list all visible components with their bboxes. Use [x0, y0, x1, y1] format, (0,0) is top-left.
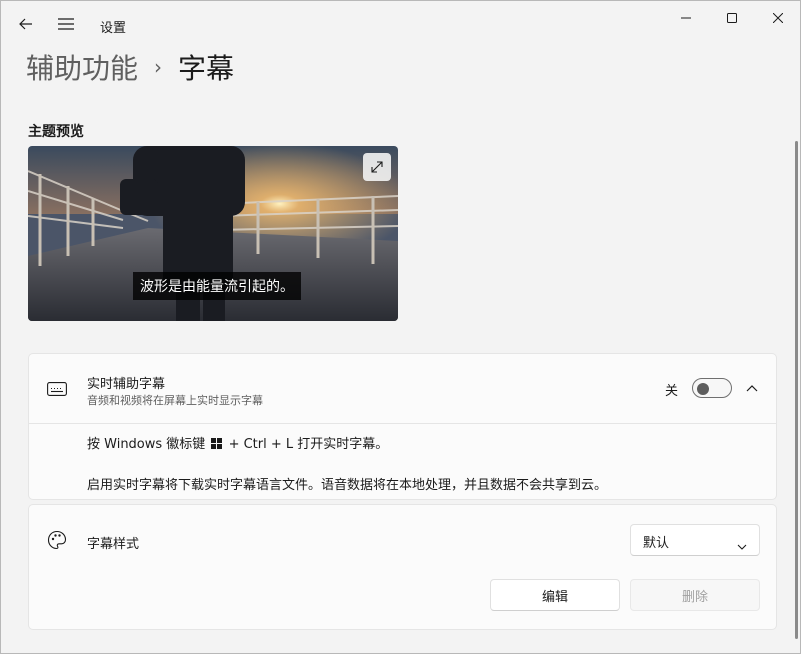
live-captions-title: 实时辅助字幕: [87, 377, 166, 392]
minimize-icon[interactable]: [663, 1, 709, 35]
caption-style-card: 字幕样式 默认 编辑 删除: [28, 504, 777, 630]
preview-section-label: 主题预览: [28, 124, 84, 140]
sample-caption-text: 波形是由能量流引起的。: [133, 272, 301, 300]
expand-icon[interactable]: [363, 153, 391, 181]
live-captions-subtitle: 音频和视频将在屏幕上实时显示字幕: [87, 394, 263, 407]
window-title: 设置: [100, 21, 127, 36]
scrollbar[interactable]: [795, 141, 798, 639]
breadcrumb-parent-link[interactable]: 辅助功能: [26, 47, 138, 87]
caption-style-title: 字幕样式: [87, 537, 140, 552]
card-divider: [29, 423, 776, 424]
theme-preview-image: 波形是由能量流引起的。: [28, 146, 398, 321]
delete-button[interactable]: 删除: [630, 579, 760, 611]
settings-window: 设置 辅助功能 › 字幕 主题预览 波形是由能量流引起的。 实时辅助字幕 音频和…: [0, 0, 801, 654]
toggle-state-label: 关: [665, 384, 679, 399]
caption-style-dropdown[interactable]: 默认: [630, 524, 760, 556]
keyboard-caption-icon: [45, 378, 69, 400]
edit-button[interactable]: 编辑: [490, 579, 620, 611]
shortcut-info-line: 按 Windows 徽标键 + Ctrl + L 打开实时字幕。: [87, 433, 388, 453]
dropdown-selected-value: 默认: [643, 536, 670, 551]
live-captions-toggle[interactable]: [692, 378, 732, 398]
shortcut-info-suffix: + Ctrl + L 打开实时字幕。: [228, 437, 389, 452]
back-arrow-icon[interactable]: [11, 9, 41, 39]
close-icon[interactable]: [755, 1, 801, 35]
privacy-info-line: 启用实时字幕将下载实时字幕语言文件。语音数据将在本地处理，并且数据不会共享到云。: [87, 478, 608, 493]
live-captions-card: 实时辅助字幕 音频和视频将在屏幕上实时显示字幕 关 按 Windows 徽标键 …: [28, 353, 777, 500]
palette-icon: [45, 528, 69, 552]
chevron-up-icon[interactable]: [740, 376, 764, 400]
live-captions-header[interactable]: 实时辅助字幕 音频和视频将在屏幕上实时显示字幕 关: [29, 354, 776, 423]
hamburger-menu-icon[interactable]: [51, 9, 81, 39]
page-title: 字幕: [178, 52, 235, 85]
title-bar: 设置: [1, 1, 800, 41]
breadcrumb: 辅助功能 › 字幕: [26, 47, 234, 87]
shortcut-info-prefix: 按 Windows 徽标键: [87, 437, 206, 452]
toggle-knob: [697, 383, 709, 395]
chevron-down-icon: [737, 535, 747, 554]
maximize-icon[interactable]: [709, 1, 755, 35]
breadcrumb-separator: ›: [154, 55, 163, 79]
windows-logo-icon: [211, 438, 223, 453]
